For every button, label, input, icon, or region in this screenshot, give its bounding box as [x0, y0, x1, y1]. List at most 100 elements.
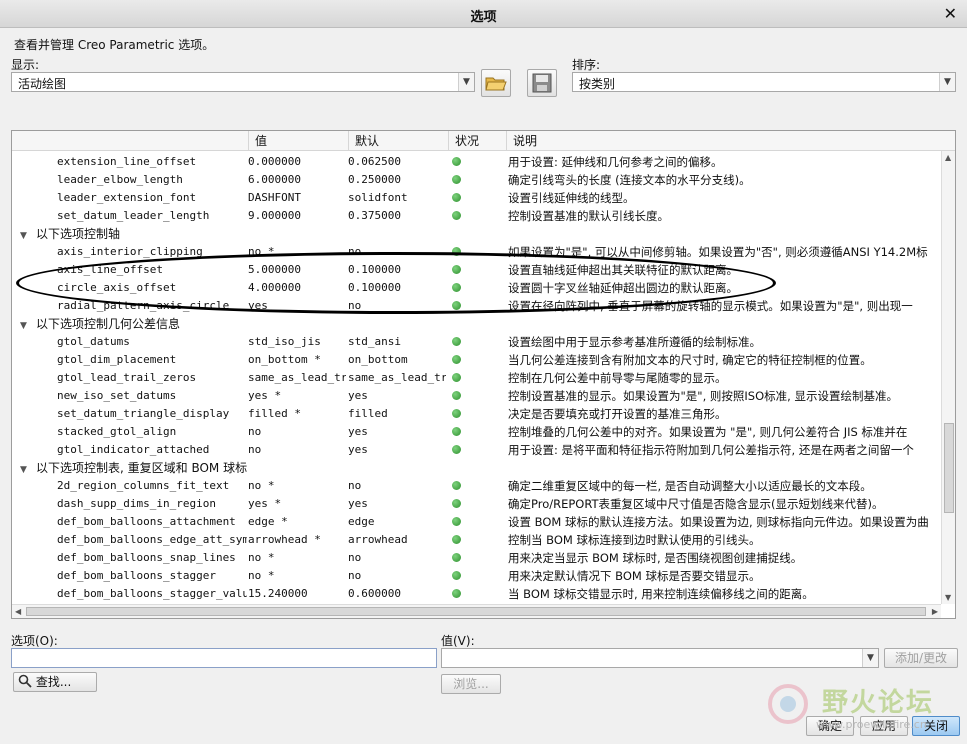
status-ok-icon [452, 481, 461, 490]
table-row[interactable]: leader_extension_font DASHFONT solidfont 设置… [12, 189, 941, 207]
option-default: arrowhead [348, 533, 408, 546]
chevron-down-icon[interactable]: ▼ [862, 649, 878, 667]
option-default: 0.375000 [348, 209, 401, 222]
table-row[interactable]: extension_line_offset 0.000000 0.062500 用于设… [12, 153, 941, 171]
status-ok-icon [452, 355, 461, 364]
table-row[interactable]: set_datum_leader_length 9.000000 0.375000 控… [12, 207, 941, 225]
watermark-logo-icon [768, 684, 808, 724]
option-value: no * [248, 569, 275, 582]
option-value: 15.240000 [248, 587, 308, 600]
option-description: 设置圆十字叉丝轴延伸超出圆边的默认距离。 [508, 281, 738, 295]
option-value: 4.000000 [248, 281, 301, 294]
option-default: yes [348, 443, 368, 456]
option-description: 设置绘图中用于显示参考基准所遵循的绘制标准。 [508, 335, 761, 349]
value-dropdown[interactable]: ▼ [441, 648, 879, 668]
option-value: std_iso_jis [248, 335, 321, 348]
sort-label: 排序: [572, 58, 601, 72]
status-ok-icon [452, 373, 461, 382]
table-row[interactable]: gtol_lead_trail_zeros same_as_lead_tra sam… [12, 369, 941, 387]
option-name: dash_supp_dims_in_region [57, 497, 216, 510]
option-name: def_bom_balloons_snap_lines [57, 551, 236, 564]
option-value: no * [248, 479, 275, 492]
group-row[interactable]: ▼ 以下选项控制几何公差信息 [12, 315, 941, 333]
table-row[interactable]: new_iso_set_datums yes * yes 控制设置基准的显示。如果设置… [12, 387, 941, 405]
group-row[interactable]: ▼ 以下选项控制轴 [12, 225, 941, 243]
option-description: 决定是否要填充或打开设置的基准三角形。 [508, 407, 727, 421]
option-value: yes * [248, 497, 282, 510]
table-row[interactable]: dash_supp_dims_in_region yes * yes 确定Pro/RE… [12, 495, 941, 513]
option-name: def_bom_balloons_stagger [57, 569, 216, 582]
table-row[interactable]: def_bom_balloons_snap_lines no * no 用来决定当显示… [12, 549, 941, 567]
close-icon[interactable]: ✕ [944, 4, 957, 23]
options-table: 值 默认 状况 说明 extension_line_offset 0.000000… [11, 130, 956, 619]
option-description: 确定引线弯头的长度 (连接文本的水平分支线)。 [508, 173, 751, 187]
table-row[interactable]: def_bom_balloons_stagger_value 15.240000 0… [12, 585, 941, 603]
find-button[interactable]: 查找... [13, 672, 97, 692]
add-change-button[interactable]: 添加/更改 [884, 648, 958, 668]
open-config-button[interactable] [481, 69, 511, 97]
table-row[interactable]: radial_pattern_axis_circle yes no 设置在径向阵列中,… [12, 297, 941, 315]
group-row[interactable]: ▼ 以下选项控制表, 重复区域和 BOM 球标 [12, 459, 941, 477]
option-description: 确定二维重复区域中的每一栏, 是否自动调整大小以适应最长的文本段。 [508, 479, 872, 493]
option-name: 2d_region_columns_fit_text [57, 479, 230, 492]
option-input[interactable] [11, 648, 437, 668]
table-row[interactable]: axis_line_offset 5.000000 0.100000 设置直轴线延伸超… [12, 261, 941, 279]
column-header-value[interactable]: 值 [248, 131, 348, 151]
table-row[interactable]: def_bom_balloons_stagger no * no 用来决定默认情况下 … [12, 567, 941, 585]
option-description: 当几何公差连接到含有附加文本的尺寸时, 确定它的特征控制框的位置。 [508, 353, 872, 367]
scroll-left-icon[interactable]: ◀ [15, 607, 21, 616]
option-value: no [248, 443, 262, 456]
option-description: 控制设置基准的显示。如果设置为"是", 则按照ISO标准, 显示设置绘制基准。 [508, 389, 898, 403]
option-default: 0.100000 [348, 263, 401, 276]
close-button[interactable]: 关闭 [912, 716, 960, 736]
scroll-up-icon[interactable]: ▲ [945, 153, 951, 162]
sort-dropdown[interactable]: 按类别 ▼ [572, 72, 956, 92]
column-header-status[interactable]: 状况 [448, 131, 506, 151]
option-name: circle_axis_offset [57, 281, 177, 294]
table-row[interactable]: gtol_datums std_iso_jis std_ansi 设置绘图中用于显示参… [12, 333, 941, 351]
table-row[interactable]: 2d_region_columns_fit_text no * no 确定二维重复区域… [12, 477, 941, 495]
option-default: on_bottom [348, 353, 408, 366]
scroll-right-icon[interactable]: ▶ [932, 607, 938, 616]
option-value: same_as_lead_tra [248, 371, 346, 384]
ok-button[interactable]: 确定 [806, 716, 854, 736]
table-row[interactable]: leader_elbow_length 6.000000 0.250000 确定引线弯… [12, 171, 941, 189]
option-value: on_bottom * [248, 353, 321, 366]
table-row[interactable]: def_bom_balloons_attachment edge * edge 设置 … [12, 513, 941, 531]
option-value: no [248, 425, 262, 438]
status-ok-icon [452, 193, 461, 202]
watermark-title: 野火论坛 [822, 688, 935, 718]
option-value: 9.000000 [248, 209, 301, 222]
table-row[interactable]: gtol_indicator_attached no yes 用于设置: 是将平面和特… [12, 441, 941, 459]
option-value: yes [248, 299, 268, 312]
column-header-name[interactable] [12, 131, 248, 151]
table-row[interactable]: def_bom_balloons_edge_att_sym arrowhead *… [12, 531, 941, 549]
chevron-down-icon[interactable]: ▼ [939, 73, 955, 91]
save-icon [532, 73, 552, 93]
status-ok-icon [452, 175, 461, 184]
vertical-scrollbar[interactable]: ▲ ▼ [941, 151, 955, 604]
scroll-down-icon[interactable]: ▼ [945, 593, 951, 602]
scroll-thumb[interactable] [26, 607, 926, 616]
table-row[interactable]: stacked_gtol_align no yes 控制堆叠的几何公差中的对齐。如果设… [12, 423, 941, 441]
table-header: 值 默认 状况 说明 [12, 131, 955, 151]
display-dropdown[interactable]: 活动绘图 ▼ [11, 72, 475, 92]
status-ok-icon [452, 337, 461, 346]
apply-button[interactable]: 应用 [860, 716, 908, 736]
horizontal-scrollbar[interactable]: ◀ ▶ [12, 604, 941, 618]
table-row[interactable]: circle_axis_offset 4.000000 0.100000 设置圆十字叉… [12, 279, 941, 297]
save-config-button[interactable] [527, 69, 557, 97]
value-field-label: 值(V): [441, 634, 475, 648]
column-header-description[interactable]: 说明 [506, 131, 955, 151]
chevron-down-icon[interactable]: ▼ [458, 73, 474, 91]
option-description: 控制当 BOM 球标连接到边时默认使用的引线头。 [508, 533, 761, 547]
column-header-default[interactable]: 默认 [348, 131, 448, 151]
option-description: 用于设置: 延伸线和几何参考之间的偏移。 [508, 155, 723, 169]
table-row[interactable]: set_datum_triangle_display filled * filled… [12, 405, 941, 423]
table-row[interactable]: gtol_dim_placement on_bottom * on_bottom 当几… [12, 351, 941, 369]
scroll-thumb[interactable] [944, 423, 954, 513]
option-name: def_bom_balloons_edge_att_sym [57, 533, 247, 546]
table-row[interactable]: axis_interior_clipping no * no 如果设置为"是", 可以… [12, 243, 941, 261]
browse-button[interactable]: 浏览... [441, 674, 501, 694]
display-value: 活动绘图 [18, 77, 67, 91]
